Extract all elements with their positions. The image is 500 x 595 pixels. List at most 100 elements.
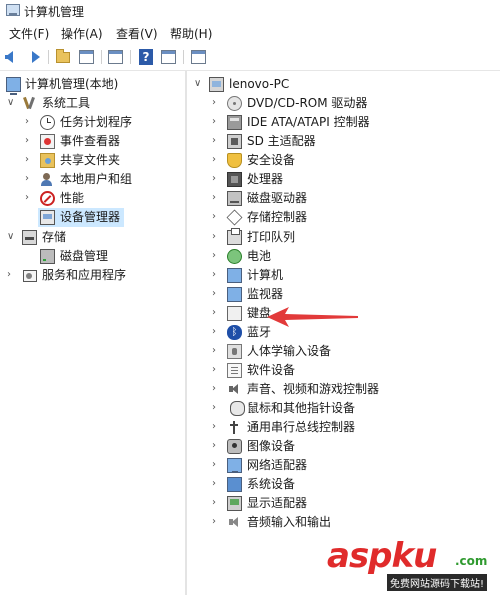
chevron-right-icon[interactable]: › (212, 191, 222, 205)
tree-item-device-manager[interactable]: 设备管理器 (38, 208, 124, 227)
software-device-icon (227, 363, 242, 378)
device-category-system[interactable]: › 系统设备 (187, 475, 500, 494)
chevron-right-icon[interactable]: › (212, 420, 222, 434)
device-category-ide[interactable]: › IDE ATA/ATAPI 控制器 (187, 113, 500, 132)
menu-help[interactable]: 帮助(H) (170, 25, 212, 42)
computer-management-icon (6, 77, 21, 95)
device-category-label: 监视器 (247, 287, 284, 301)
chevron-right-icon[interactable]: › (212, 306, 222, 320)
tree-item-disk-management[interactable]: 磁盘管理 (0, 247, 185, 266)
device-category-computer[interactable]: › 计算机 (187, 266, 500, 285)
chevron-right-icon[interactable]: › (212, 115, 222, 129)
device-category-display-adapters[interactable]: › 显示适配器 (187, 494, 500, 513)
device-category-monitors[interactable]: › 监视器 (187, 285, 500, 304)
device-root-lenovo-pc[interactable]: ∨ lenovo-PC (187, 75, 500, 94)
device-category-security[interactable]: › 安全设备 (187, 151, 500, 170)
tree-item-shared-folders[interactable]: › 共享文件夹 (0, 151, 185, 170)
clock-icon (40, 115, 55, 130)
mouse-icon (230, 401, 245, 416)
back-button[interactable] (4, 48, 22, 66)
computer-icon (209, 77, 224, 92)
chevron-right-icon[interactable]: › (212, 287, 222, 301)
device-category-usb[interactable]: › 通用串行总线控制器 (187, 418, 500, 437)
device-category-battery[interactable]: › 电池 (187, 247, 500, 266)
menu-action[interactable]: 操作(A) (61, 25, 103, 42)
battery-icon (227, 249, 242, 264)
chevron-right-icon[interactable]: › (212, 134, 222, 148)
chevron-right-icon[interactable]: › (212, 210, 222, 224)
tree-item-event-viewer[interactable]: › 事件查看器 (0, 132, 185, 151)
tree-item-label: 性能 (60, 191, 85, 205)
device-category-disk-drives[interactable]: › 磁盘驱动器 (187, 189, 500, 208)
watermark-brand: aspku (327, 536, 437, 576)
device-category-software-devices[interactable]: › 软件设备 (187, 361, 500, 380)
action-pane-button[interactable] (160, 48, 178, 66)
chevron-right-icon[interactable]: › (212, 439, 222, 453)
chevron-right-icon[interactable]: › (212, 230, 222, 244)
scan-hardware-button[interactable] (190, 48, 208, 66)
properties-button[interactable] (107, 48, 125, 66)
chevron-right-icon[interactable]: › (212, 363, 222, 377)
chevron-right-icon[interactable]: › (212, 477, 222, 491)
device-category-imaging[interactable]: › 图像设备 (187, 437, 500, 456)
tree-item-task-scheduler[interactable]: › 任务计划程序 (0, 113, 185, 132)
tree-item-services-apps[interactable]: › 服务和应用程序 (0, 266, 185, 285)
chevron-right-icon[interactable]: › (212, 172, 222, 186)
bluetooth-icon: ᛒ (227, 325, 242, 340)
chevron-right-icon[interactable]: › (7, 268, 17, 282)
device-category-sd[interactable]: › SD 主适配器 (187, 132, 500, 151)
chevron-right-icon[interactable]: › (25, 115, 35, 129)
tree-item-root[interactable]: 计算机管理(本地) (0, 75, 185, 95)
help-button[interactable]: ? (137, 48, 155, 66)
chevron-right-icon[interactable]: › (212, 515, 222, 529)
device-category-processor[interactable]: › 处理器 (187, 170, 500, 189)
chevron-right-icon[interactable]: › (212, 496, 222, 510)
chevron-right-icon[interactable]: › (25, 153, 35, 167)
device-category-network[interactable]: › 网络适配器 (187, 456, 500, 475)
keyboard-icon (227, 306, 242, 321)
device-category-label: 图像设备 (247, 439, 296, 453)
device-category-mice[interactable]: › 鼠标和其他指针设备 (187, 399, 500, 418)
chevron-right-icon[interactable]: › (212, 325, 222, 339)
show-hide-tree-button[interactable] (78, 48, 96, 66)
chevron-down-icon[interactable]: ∨ (194, 77, 204, 91)
chevron-right-icon[interactable]: › (212, 153, 222, 167)
device-category-label: 打印队列 (247, 230, 296, 244)
device-category-hid[interactable]: › 人体学输入设备 (187, 342, 500, 361)
chevron-right-icon[interactable]: › (212, 458, 222, 472)
computer-management-icon (6, 4, 20, 16)
menu-file[interactable]: 文件(F) (9, 25, 49, 42)
device-category-dvd[interactable]: › DVD/CD-ROM 驱动器 (187, 94, 500, 113)
device-category-storage-controllers[interactable]: › 存储控制器 (187, 208, 500, 227)
chevron-right-icon[interactable]: › (212, 96, 222, 110)
forward-button[interactable] (24, 48, 42, 66)
chevron-right-icon[interactable]: › (212, 268, 222, 282)
chevron-right-icon[interactable]: › (212, 401, 222, 415)
menu-view[interactable]: 查看(V) (116, 25, 158, 42)
chevron-right-icon[interactable]: › (212, 249, 222, 263)
tree-item-local-users[interactable]: › 本地用户和组 (0, 170, 185, 189)
tree-item-system-tools[interactable]: ∨ 系统工具 (0, 94, 185, 113)
tree-item-storage[interactable]: ∨ 存储 (0, 228, 185, 247)
device-category-print-queues[interactable]: › 打印队列 (187, 228, 500, 247)
chevron-right-icon[interactable]: › (25, 134, 35, 148)
chevron-down-icon[interactable]: ∨ (7, 230, 17, 244)
tree-item-performance[interactable]: › 性能 (0, 189, 185, 208)
device-category-audio-io[interactable]: › 音频输入和输出 (187, 513, 500, 532)
chevron-right-icon[interactable]: › (25, 172, 35, 186)
chevron-right-icon[interactable]: › (212, 344, 222, 358)
folder-up-icon (56, 49, 70, 63)
device-category-label: SD 主适配器 (247, 134, 316, 148)
chevron-right-icon[interactable]: › (25, 191, 35, 205)
console-tree: 计算机管理(本地) ∨ 系统工具 › 任务计划程序 › 事件查看器 › 共享文件… (0, 71, 185, 595)
toolbar-separator (183, 50, 184, 64)
chevron-down-icon[interactable]: ∨ (7, 96, 17, 110)
tree-item-label: 本地用户和组 (60, 172, 133, 186)
device-category-sound[interactable]: › 声音、视频和游戏控制器 (187, 380, 500, 399)
toolbar-separator (101, 50, 102, 64)
up-folder-button[interactable] (54, 48, 72, 66)
device-category-label: 安全设备 (247, 153, 296, 167)
tree-item-label: 系统工具 (42, 96, 91, 110)
tree-item-label: 服务和应用程序 (42, 268, 127, 282)
chevron-right-icon[interactable]: › (212, 382, 222, 396)
